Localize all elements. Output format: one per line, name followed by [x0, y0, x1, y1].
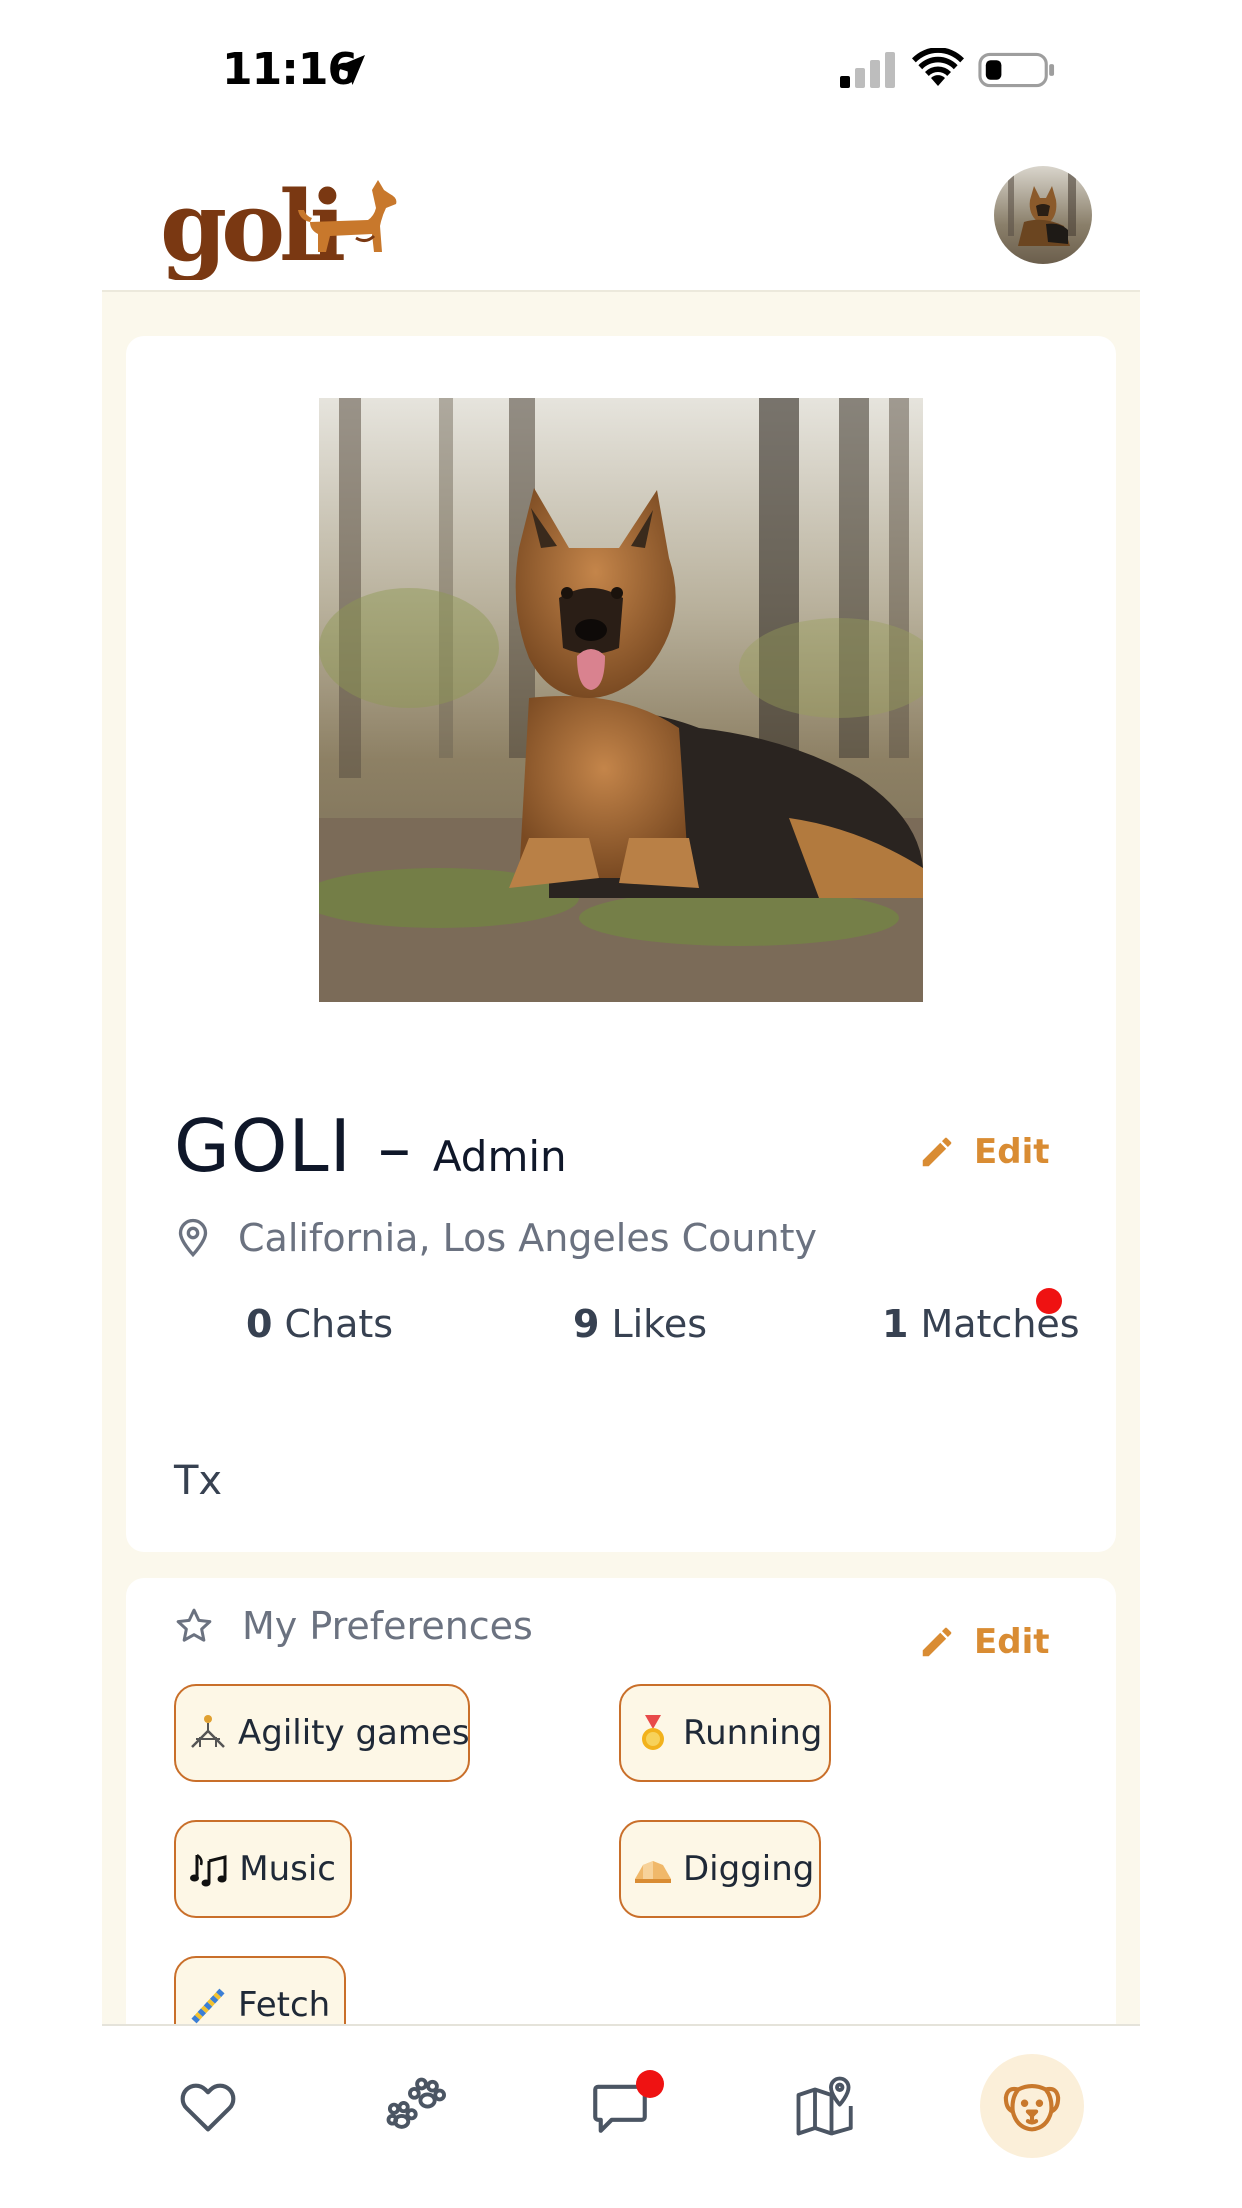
dog-name: GOLI [174, 1104, 352, 1188]
profile-card: GOLI – Admin Edit California, Los Angele… [126, 336, 1116, 1552]
heart-icon [180, 2083, 236, 2132]
dog-face-icon [1003, 2084, 1061, 2132]
chip-label: Running [683, 1713, 823, 1753]
preference-chip-digging[interactable]: Digging [619, 1820, 821, 1918]
chats-stat[interactable]: 0 Chats [246, 1302, 393, 1346]
profile-stats: 0 Chats 9 Likes 1 Matches [126, 1302, 1116, 1362]
preference-chip-agility[interactable]: Agility games [174, 1684, 470, 1782]
pencil-icon [922, 1627, 952, 1657]
preference-chip-fetch[interactable]: Fetch [174, 1956, 346, 2028]
medal-icon [633, 1710, 673, 1756]
preferences-card: My Preferences Edit Agility games Runnin… [126, 1578, 1116, 2028]
edit-profile-button[interactable]: Edit [918, 1132, 1049, 1172]
cellular-signal-icon [840, 52, 895, 88]
digging-icon [633, 1846, 673, 1892]
edit-profile-label: Edit [974, 1132, 1050, 1172]
german-shepherd-photo [319, 398, 923, 1002]
profile-photo[interactable] [319, 398, 923, 1002]
location-pin-icon [178, 1218, 208, 1258]
agility-icon [188, 1710, 228, 1756]
profile-name-row: GOLI – Admin [174, 1104, 567, 1188]
preference-chip-music[interactable]: Music [174, 1820, 352, 1918]
matches-notification-dot [1036, 1288, 1062, 1314]
paws-icon [386, 2077, 446, 2129]
nav-discover[interactable] [376, 2066, 456, 2146]
edit-preferences-label: Edit [974, 1622, 1050, 1662]
chats-count: 0 [246, 1302, 273, 1346]
star-icon [176, 1608, 212, 1642]
nav-map[interactable] [786, 2066, 866, 2146]
chip-label: Agility games [238, 1713, 470, 1753]
chip-label: Digging [683, 1849, 815, 1889]
header-avatar[interactable] [994, 166, 1092, 264]
status-bar: 11:16 [0, 0, 1242, 140]
bottom-navigation [102, 2024, 1140, 2208]
likes-label: Likes [611, 1302, 708, 1346]
chats-label: Chats [284, 1302, 394, 1346]
rope-toy-icon [188, 1982, 228, 2028]
matches-count: 1 [882, 1302, 909, 1346]
goli-logo[interactable]: goli [160, 160, 400, 280]
edit-preferences-button[interactable]: Edit [918, 1622, 1049, 1662]
chat-notification-dot [636, 2070, 664, 2098]
likes-stat[interactable]: 9 Likes [573, 1302, 707, 1346]
preferences-title: My Preferences [242, 1604, 533, 1648]
chip-label: Music [239, 1849, 336, 1889]
profile-bio: Tx [174, 1458, 223, 1504]
wifi-icon [912, 48, 964, 86]
name-separator: – [377, 1110, 411, 1187]
chip-label: Fetch [238, 1985, 331, 2025]
pencil-icon [922, 1137, 952, 1167]
music-notes-icon [188, 1846, 229, 1892]
app-header: goli [102, 140, 1140, 292]
location-row: California, Los Angeles County [176, 1216, 817, 1260]
location-text: California, Los Angeles County [238, 1216, 817, 1260]
preference-chip-running[interactable]: Running [619, 1684, 831, 1782]
nav-profile[interactable] [980, 2054, 1084, 2158]
battery-icon [978, 52, 1055, 88]
likes-count: 9 [573, 1302, 600, 1346]
nav-likes[interactable] [168, 2066, 248, 2146]
location-arrow-icon [335, 55, 365, 85]
preferences-header: My Preferences [174, 1604, 533, 1648]
avatar-dog-photo [994, 166, 1092, 264]
role-label: Admin [432, 1132, 567, 1181]
map-icon [796, 2076, 853, 2136]
